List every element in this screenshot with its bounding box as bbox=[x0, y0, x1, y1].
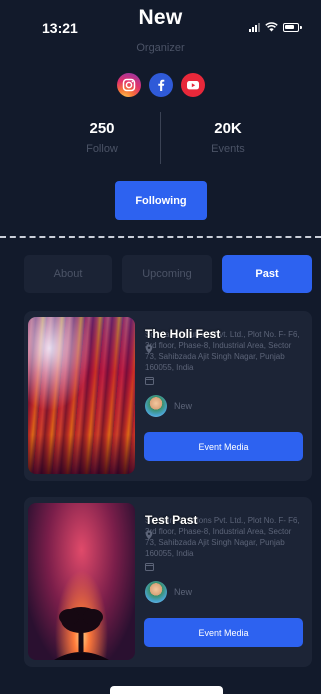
facebook-icon[interactable] bbox=[148, 73, 173, 97]
event-card[interactable]: Software Solutions Pvt. Ltd., Plot No. F… bbox=[24, 311, 312, 481]
follow-stat: 250 Follow bbox=[52, 120, 152, 155]
following-button[interactable]: Following bbox=[115, 181, 207, 220]
tab-about[interactable]: About bbox=[24, 255, 112, 293]
organizer-subtitle: Organizer bbox=[136, 42, 185, 54]
location-pin-icon bbox=[145, 344, 153, 354]
organizer-name: New bbox=[174, 401, 193, 411]
avatar bbox=[145, 581, 167, 603]
events-stat: 20K Events bbox=[178, 120, 278, 155]
location-pin-icon bbox=[145, 530, 153, 540]
dashed-divider bbox=[0, 236, 321, 238]
event-image bbox=[28, 503, 135, 660]
tab-upcoming[interactable]: Upcoming bbox=[122, 255, 212, 293]
calendar-icon bbox=[145, 563, 154, 571]
home-indicator[interactable] bbox=[110, 686, 223, 694]
page-title: New bbox=[138, 6, 183, 29]
youtube-icon[interactable] bbox=[180, 73, 205, 97]
instagram-icon[interactable] bbox=[116, 73, 141, 97]
event-title: The Holi Fest bbox=[145, 327, 221, 341]
avatar bbox=[145, 395, 167, 417]
event-tabs: About Upcoming Past bbox=[24, 255, 314, 293]
organizer-stats: 250 Follow 20K Events bbox=[0, 112, 321, 172]
tree-silhouette bbox=[54, 607, 109, 660]
event-title: Test Past bbox=[145, 513, 198, 527]
event-media-button[interactable]: Event Media bbox=[144, 618, 303, 647]
organizer-name: New bbox=[174, 587, 193, 597]
follow-label: Follow bbox=[86, 143, 118, 155]
social-links bbox=[0, 73, 321, 97]
event-image bbox=[28, 317, 135, 474]
stats-divider bbox=[160, 112, 161, 164]
event-media-button[interactable]: Event Media bbox=[144, 432, 303, 461]
events-label: Events bbox=[211, 143, 245, 155]
follow-count: 250 bbox=[89, 120, 115, 137]
events-count: 20K bbox=[214, 120, 242, 137]
event-card[interactable]: Software Solutions Pvt. Ltd., Plot No. F… bbox=[24, 497, 312, 667]
tab-past[interactable]: Past bbox=[222, 255, 312, 293]
calendar-icon bbox=[145, 377, 154, 385]
